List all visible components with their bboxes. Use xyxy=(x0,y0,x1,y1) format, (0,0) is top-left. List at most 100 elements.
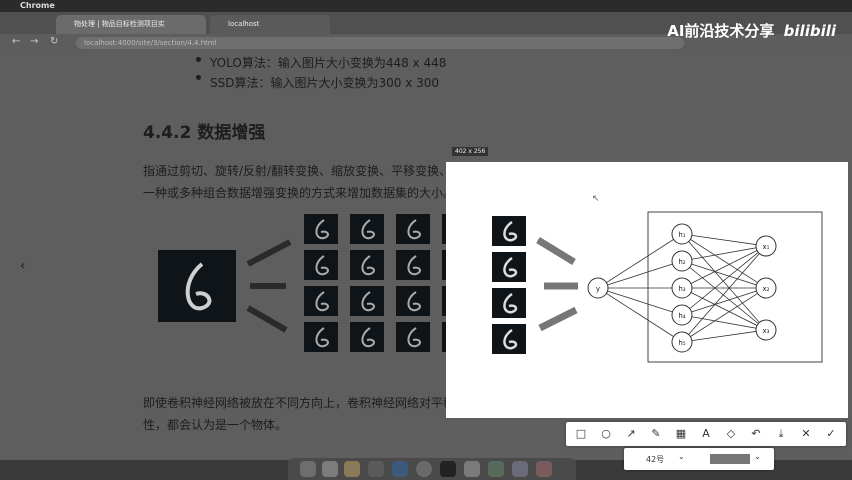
bullet-yolo: YOLO算法：输入图片大小变换为448 x 448 xyxy=(210,56,447,70)
channel-watermark: AI前沿技术分享 bilibili xyxy=(667,20,836,41)
tab-label: 物处理 | 物品目标检测项目实 xyxy=(74,20,165,28)
mac-dock xyxy=(288,458,576,480)
edge-hidden-output xyxy=(681,260,767,289)
augmented-digit-tile xyxy=(492,324,526,354)
watermark-text: AI前沿技术分享 xyxy=(667,22,775,40)
arrow-down xyxy=(246,305,288,333)
save-icon[interactable]: ⤓ xyxy=(774,427,788,441)
reload-icon[interactable]: ↻ xyxy=(50,36,58,47)
pen-icon[interactable]: ✎ xyxy=(649,427,663,441)
dock-app-icon[interactable] xyxy=(488,461,504,477)
original-digit-image xyxy=(158,250,236,322)
dock-app-icon[interactable] xyxy=(464,461,480,477)
hidden-node-label: h₃ xyxy=(678,285,685,293)
dock-app-icon[interactable] xyxy=(392,461,408,477)
edge-input-hidden xyxy=(597,233,683,289)
augmented-digit-tile xyxy=(396,214,430,244)
confirm-icon[interactable]: ✓ xyxy=(824,427,838,441)
output-node-label: x₁ xyxy=(763,243,770,251)
hidden-node-label: h₁ xyxy=(678,231,685,239)
augmented-digit-tile xyxy=(304,250,338,280)
output-node-label: x₃ xyxy=(763,327,770,335)
color-swatch[interactable] xyxy=(710,454,750,464)
arrow-3 xyxy=(538,306,578,332)
augmented-digit-tile xyxy=(492,252,526,282)
augmented-digit-tile xyxy=(396,286,430,316)
augmented-digit-tile xyxy=(350,250,384,280)
augmentation-figure xyxy=(158,214,450,352)
hidden-node: h₄ xyxy=(671,304,693,326)
augmented-digit-tile xyxy=(304,286,338,316)
input-node-label: y xyxy=(596,285,600,293)
augmented-digit-tile xyxy=(492,288,526,318)
dock-app-icon[interactable] xyxy=(322,461,338,477)
tab-active[interactable]: 物处理 | 物品目标检测项目实 xyxy=(56,15,206,34)
neural-network-figure: y h₁ h₂ h₃ h₄ h₅ x₁ x₂ x₃ xyxy=(492,211,823,363)
edge-hidden-output xyxy=(681,233,767,247)
augmented-digit-tile xyxy=(350,214,384,244)
dock-app-icon[interactable] xyxy=(536,461,552,477)
augmented-digit-tile xyxy=(396,322,430,352)
url-field[interactable]: localhost:4000/site/3/section/4.4.html xyxy=(76,37,684,49)
edge-hidden-output xyxy=(681,260,767,331)
chevron-down-icon[interactable]: ⌄ xyxy=(678,452,685,461)
mosaic-icon[interactable]: ▦ xyxy=(674,427,688,441)
font-size-select[interactable]: 42号 xyxy=(646,454,664,465)
output-node-label: x₂ xyxy=(763,285,770,293)
dock-app-icon[interactable] xyxy=(512,461,528,477)
augmented-digit-tile xyxy=(304,322,338,352)
edge-input-hidden xyxy=(597,287,683,316)
dock-app-icon[interactable] xyxy=(300,461,316,477)
dock-app-icon[interactable] xyxy=(440,461,456,477)
text-icon[interactable]: A xyxy=(699,427,713,441)
rectangle-icon[interactable]: □ xyxy=(574,427,588,441)
augmented-digit-tile xyxy=(350,322,384,352)
hidden-node: h₅ xyxy=(671,331,693,353)
section-heading: 4.4.2 数据增强 xyxy=(143,123,266,143)
app-name[interactable]: Chrome xyxy=(20,1,55,10)
edge-hidden-output xyxy=(681,245,767,316)
mac-menubar: Chrome xyxy=(0,0,852,12)
edge-hidden-output xyxy=(681,287,767,316)
annotation-toolbar: □ ○ ↗ ✎ ▦ A ◇ ↶ ⤓ ✕ ✓ xyxy=(566,422,846,446)
edge-input-hidden xyxy=(597,287,683,343)
undo-icon[interactable]: ↶ xyxy=(749,427,763,441)
augmented-digit-tile xyxy=(492,216,526,246)
close-icon[interactable]: ✕ xyxy=(799,427,813,441)
hidden-node: h₂ xyxy=(671,250,693,272)
cursor-icon: ↖ xyxy=(592,194,600,204)
selection-size-label: 402 x 256 xyxy=(452,147,489,156)
bullet-dot xyxy=(196,57,201,62)
augmented-grid-right xyxy=(492,216,526,354)
forward-icon[interactable]: → xyxy=(30,36,38,47)
dock-app-icon[interactable] xyxy=(416,461,432,477)
arrow-icon[interactable]: ↗ xyxy=(624,427,638,441)
ellipse-icon[interactable]: ○ xyxy=(599,427,613,441)
capture-selection[interactable]: y h₁ h₂ h₃ h₄ h₅ x₁ x₂ x₃ ↖ xyxy=(446,162,848,418)
marker-icon[interactable]: ◇ xyxy=(724,427,738,441)
output-node: x₃ xyxy=(755,319,777,341)
hidden-node: h₁ xyxy=(671,223,693,245)
augmented-digit-tile xyxy=(304,214,338,244)
dock-app-icon[interactable] xyxy=(368,461,384,477)
hidden-node-label: h₄ xyxy=(678,312,685,320)
paragraph-line-2: 一种或多种组合数据增强变换的方式来增加数据集的大小。 xyxy=(143,186,456,200)
style-subbar: 42号 ⌄ ⌄ xyxy=(624,448,774,470)
bullet-dot xyxy=(196,75,201,80)
tab-2[interactable]: localhost xyxy=(210,15,330,34)
output-node: x₁ xyxy=(755,235,777,257)
dock-app-icon[interactable] xyxy=(344,461,360,477)
bilibili-logo: bilibili xyxy=(783,22,836,40)
prev-page-icon[interactable]: ‹ xyxy=(20,258,26,274)
augmented-grid xyxy=(304,214,450,352)
bullet-ssd: SSD算法：输入图片大小变换为300 x 300 xyxy=(210,76,440,90)
hidden-node-label: h₂ xyxy=(678,258,685,266)
back-icon[interactable]: ← xyxy=(12,36,20,47)
paragraph-line-4: 性，都会认为是一个物体。 xyxy=(143,418,288,432)
edge-input-hidden xyxy=(597,260,683,289)
edge-hidden-output xyxy=(681,329,767,343)
output-node: x₂ xyxy=(755,277,777,299)
chevron-down-icon[interactable]: ⌄ xyxy=(754,452,761,461)
arrow-up xyxy=(246,239,292,267)
augmented-digit-tile xyxy=(396,250,430,280)
